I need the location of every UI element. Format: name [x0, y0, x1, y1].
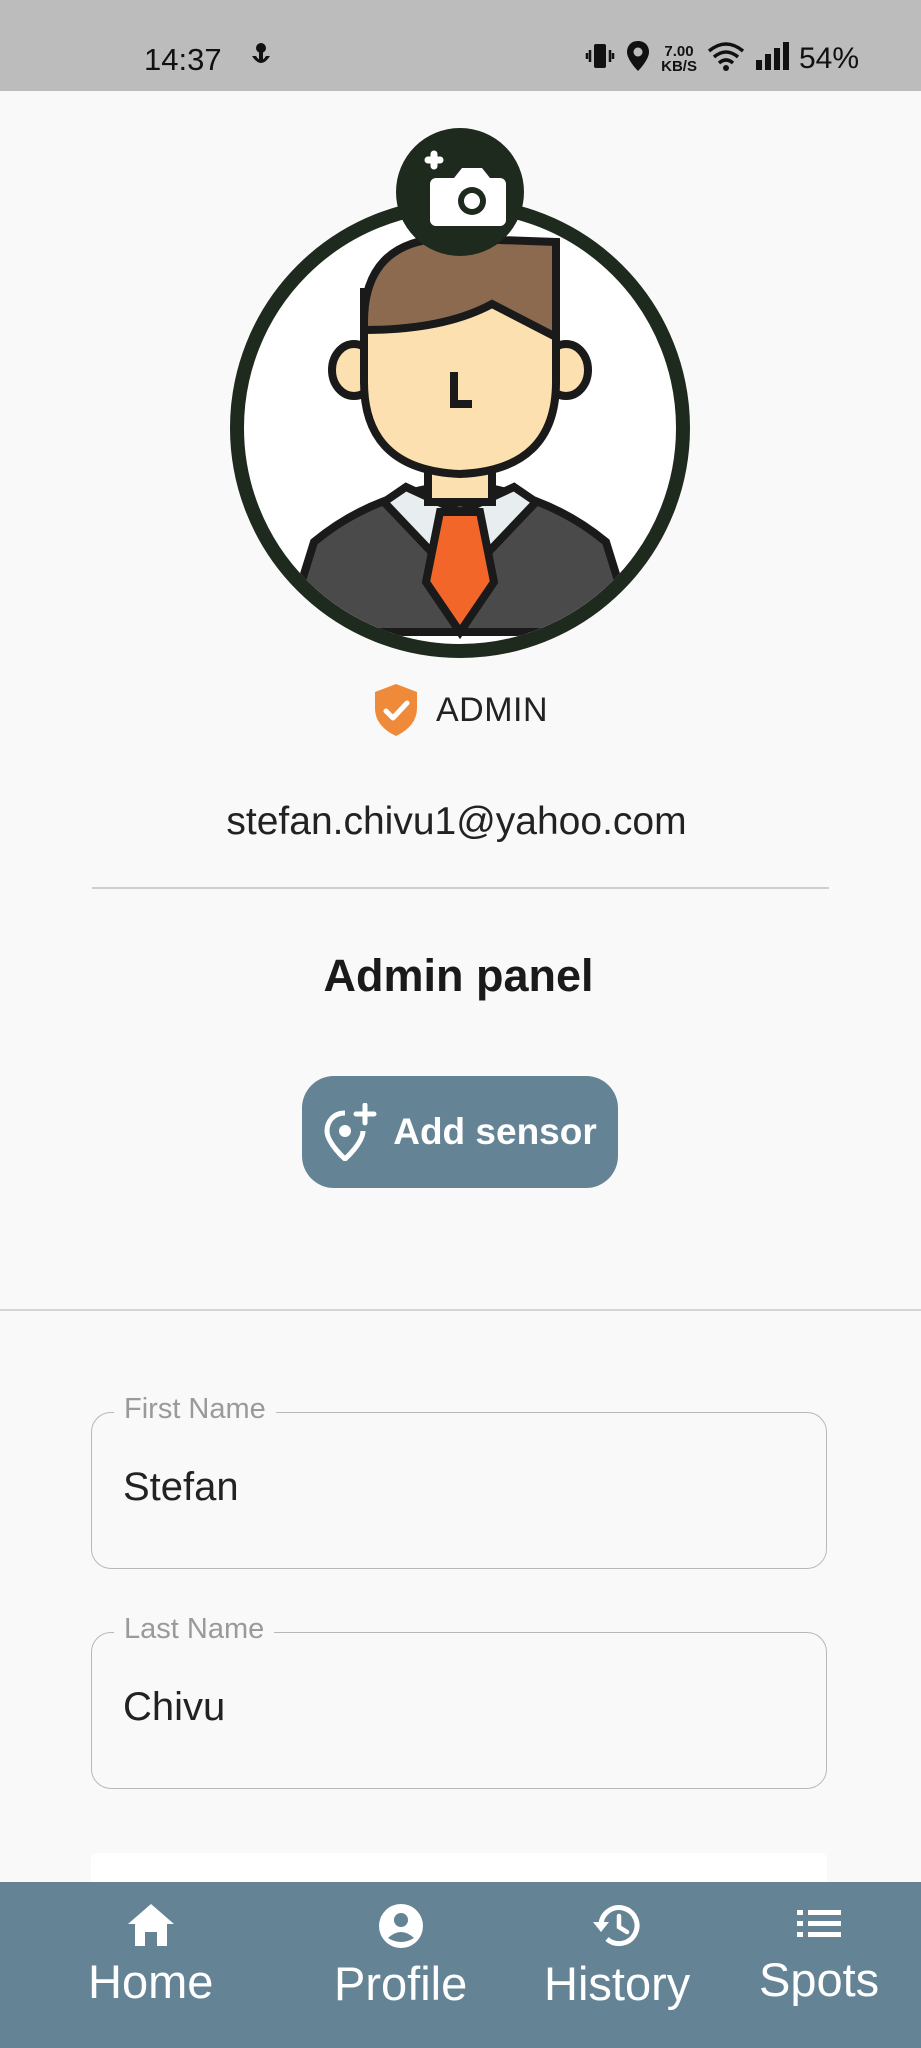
avatar-illustration	[280, 233, 640, 640]
signal-icon	[755, 42, 789, 75]
nav-spots-label: Spots	[759, 1953, 880, 2006]
first-name-value: Stefan	[123, 1465, 239, 1509]
list-icon	[797, 1910, 842, 1937]
user-email: stefan.chivu1@yahoo.com	[226, 800, 687, 843]
speed-value: 7.00	[664, 42, 694, 60]
nav-profile[interactable]: Profile	[334, 1902, 467, 2011]
role-badge: ADMIN	[372, 680, 548, 740]
add-photo-icon	[424, 150, 506, 226]
avatar[interactable]	[230, 198, 690, 658]
divider	[92, 887, 829, 889]
nav-history[interactable]: History	[544, 1902, 690, 2011]
nav-home-label: Home	[88, 1955, 214, 2008]
first-name-label: First Name	[114, 1393, 276, 1426]
nav-history-label: History	[544, 1957, 691, 2010]
nav-profile-label: Profile	[334, 1957, 468, 2010]
add-location-icon	[324, 1103, 377, 1161]
status-icons: 7.00 KB/S 54%	[585, 40, 859, 77]
nav-home[interactable]: Home	[88, 1902, 213, 2009]
bottom-navigation: Home Profile History Spots	[0, 1882, 921, 2048]
add-sensor-label: Add sensor	[393, 1111, 597, 1152]
speed-unit: KB/S	[661, 57, 697, 75]
status-time: 14:37	[144, 42, 222, 77]
history-icon	[593, 1905, 640, 1947]
account-circle-icon	[378, 1904, 423, 1948]
last-name-field[interactable]: Last Name Chivu	[91, 1613, 827, 1789]
vibrate-icon	[585, 41, 615, 76]
wifi-icon	[707, 41, 745, 76]
role-label: ADMIN	[436, 690, 549, 729]
status-bar: 14:37 7.00 KB/S 54%	[0, 0, 921, 91]
notification-icon	[250, 42, 272, 73]
admin-panel-title: Admin panel	[323, 950, 594, 1001]
first-name-field[interactable]: First Name Stefan	[91, 1393, 827, 1569]
verified-shield-icon	[375, 684, 417, 736]
last-name-value: Chivu	[123, 1685, 226, 1729]
battery-level: 54%	[798, 41, 859, 75]
location-icon	[625, 40, 651, 77]
home-icon	[127, 1904, 174, 1946]
section-divider	[0, 1309, 921, 1311]
change-photo-button[interactable]	[396, 128, 524, 256]
avatar-section	[230, 128, 690, 658]
network-speed: 7.00 KB/S	[661, 44, 697, 74]
nav-spots[interactable]: Spots	[759, 1902, 879, 2007]
add-sensor-button[interactable]: Add sensor	[302, 1076, 618, 1188]
last-name-label: Last Name	[114, 1613, 275, 1646]
